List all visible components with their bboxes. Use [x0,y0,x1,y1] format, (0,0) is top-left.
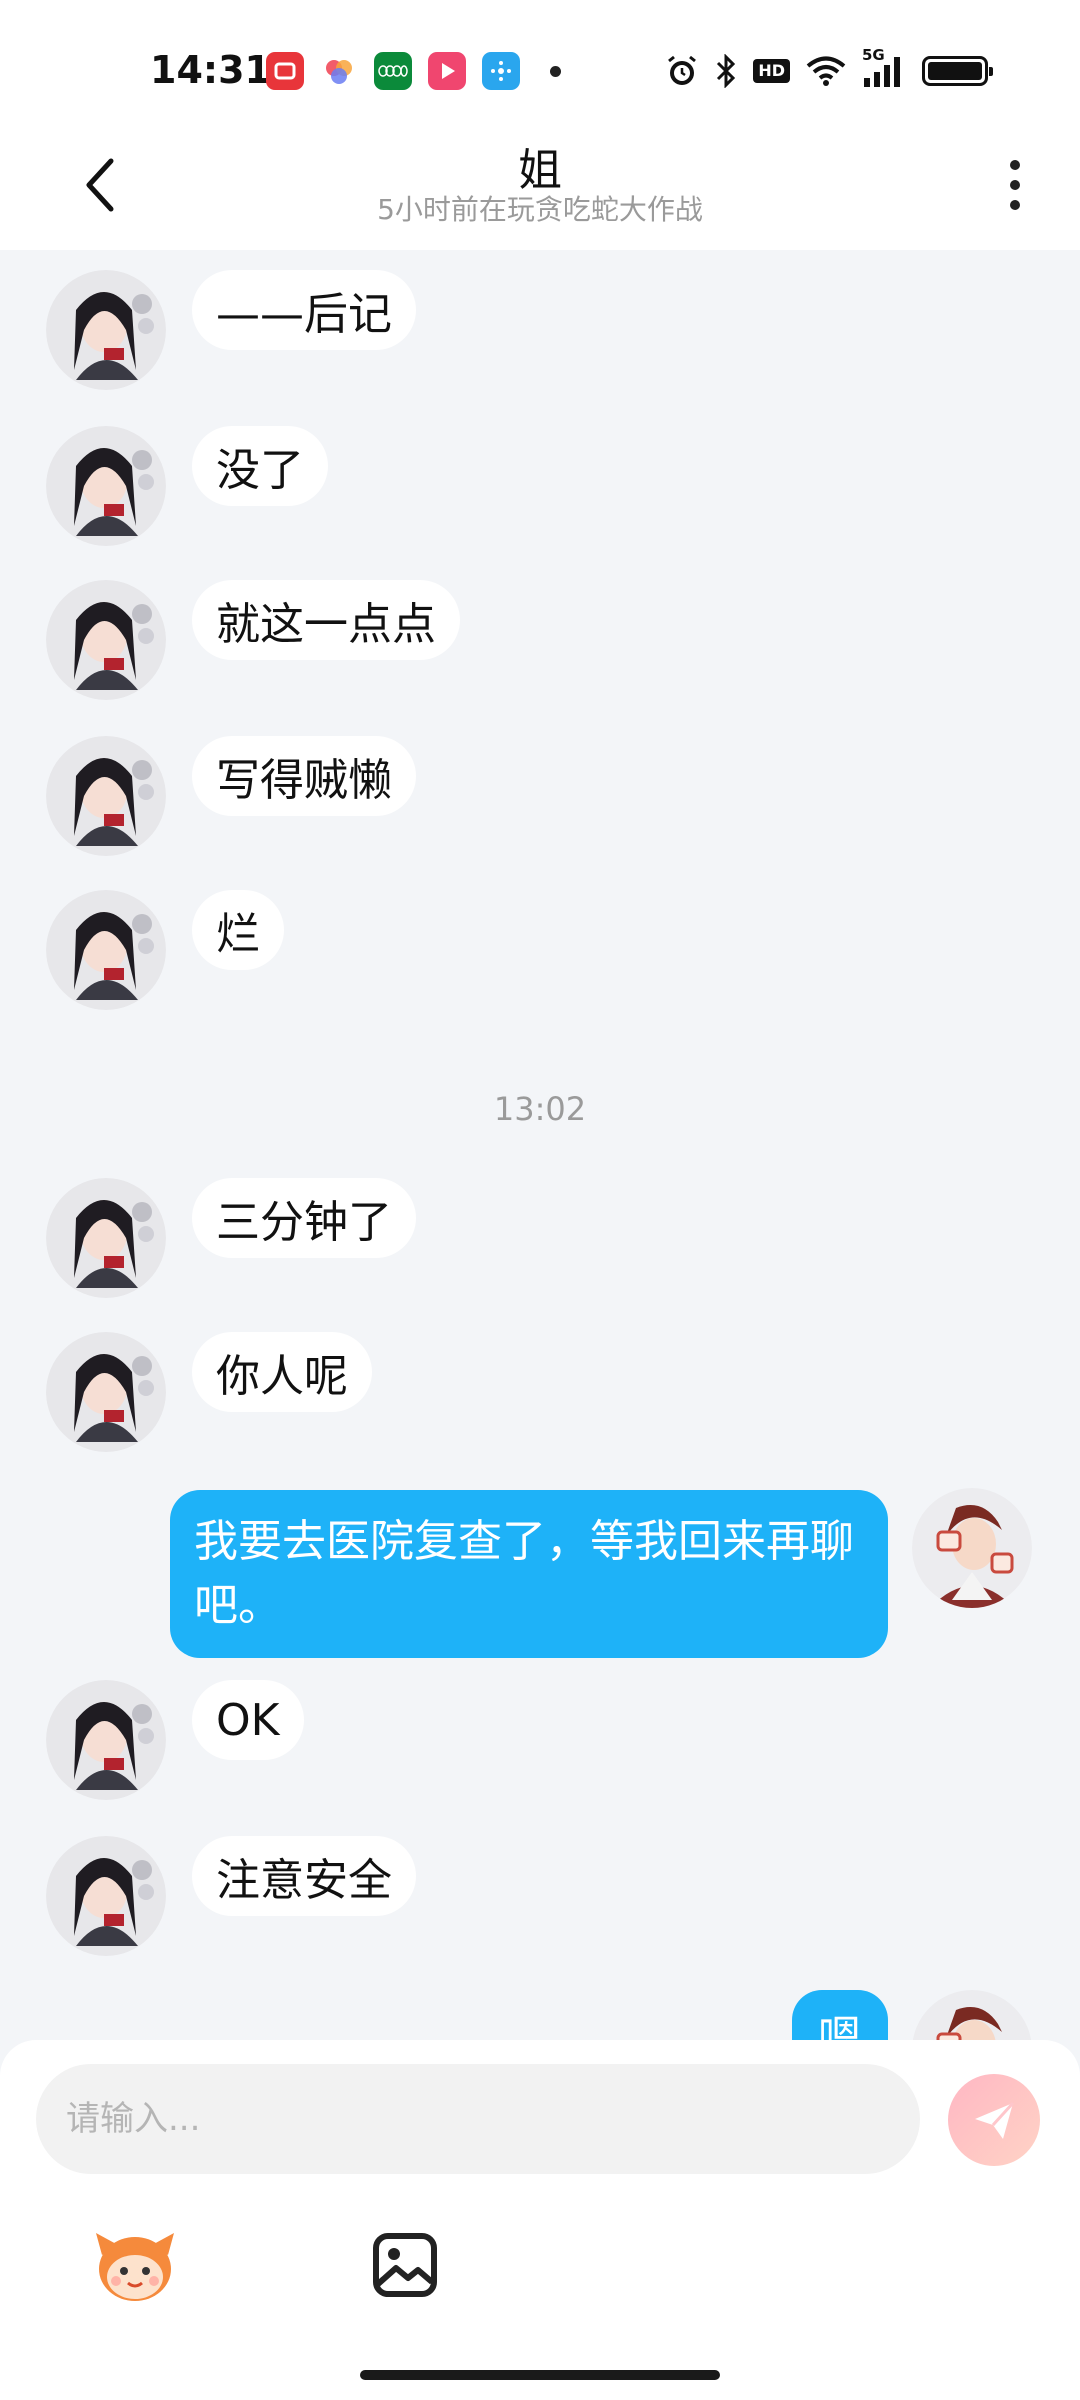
status-time: 14:31 [150,48,271,92]
contact-avatar[interactable] [46,1836,166,1956]
contact-avatar[interactable] [46,1680,166,1800]
notification-dot [550,65,561,77]
contact-avatar[interactable] [46,426,166,546]
contact-avatar[interactable] [46,580,166,700]
incoming-message[interactable]: 烂 [192,890,284,970]
incoming-message[interactable]: OK [192,1680,304,1760]
more-dot-icon [1010,160,1020,170]
outgoing-message[interactable]: 嗯 [792,1990,888,2040]
video-app-icon [266,52,304,90]
message-list[interactable]: ——后记 没了 就这一点点 写得贼懒 烂 13:02 三分钟了 你人呢 我要去医… [0,250,1080,2040]
send-icon [975,2101,1015,2139]
my-avatar[interactable] [912,1488,1032,1608]
outgoing-message[interactable]: 我要去医院复查了，等我回来再聊吧。 [170,1490,888,1658]
incoming-message[interactable]: 注意安全 [192,1836,416,1916]
more-dot-icon [1010,200,1020,210]
contact-avatar[interactable] [46,270,166,390]
incoming-message[interactable]: 三分钟了 [192,1178,416,1258]
input-panel [0,2040,1080,2400]
sticker-button[interactable] [90,2220,180,2310]
contact-avatar[interactable] [46,1332,166,1452]
home-indicator[interactable] [360,2370,720,2380]
alarm-icon [665,52,699,90]
chat-subtitle: 5小时前在玩贪吃蛇大作战 [377,193,703,226]
oppo-app-icon [374,52,412,90]
play-app-icon [428,52,466,90]
incoming-message[interactable]: ——后记 [192,270,416,350]
incoming-message[interactable]: 写得贼懒 [192,736,416,816]
my-avatar[interactable] [912,1990,1032,2040]
signal-icon: 5G [862,46,906,90]
bluetooth-icon [715,52,737,90]
message-input[interactable] [36,2064,920,2174]
image-button[interactable] [360,2220,450,2310]
timestamp-divider: 13:02 [493,1090,587,1128]
battery-icon [922,52,993,90]
send-button[interactable] [948,2074,1040,2166]
incoming-message[interactable]: 就这一点点 [192,580,460,660]
tplink-app-icon [482,52,520,90]
hd-badge: HD [753,52,790,90]
mascot-sticker-icon [96,2233,174,2301]
color-app-icon [320,52,358,90]
incoming-message[interactable]: 没了 [192,426,328,506]
wifi-icon [806,52,846,90]
status-bar: 14:31 HD 5G [0,0,1080,130]
incoming-message[interactable]: 你人呢 [192,1332,372,1412]
contact-avatar[interactable] [46,736,166,856]
more-dot-icon [1010,180,1020,190]
status-indicators: HD 5G [665,46,993,90]
image-icon [373,2233,437,2297]
contact-avatar[interactable] [46,1178,166,1298]
contact-avatar[interactable] [46,890,166,1010]
more-options-button[interactable] [990,150,1040,220]
chat-header: 姐 5小时前在玩贪吃蛇大作战 [0,130,1080,250]
network-type-label: 5G [862,46,885,64]
status-app-icons [266,52,561,90]
